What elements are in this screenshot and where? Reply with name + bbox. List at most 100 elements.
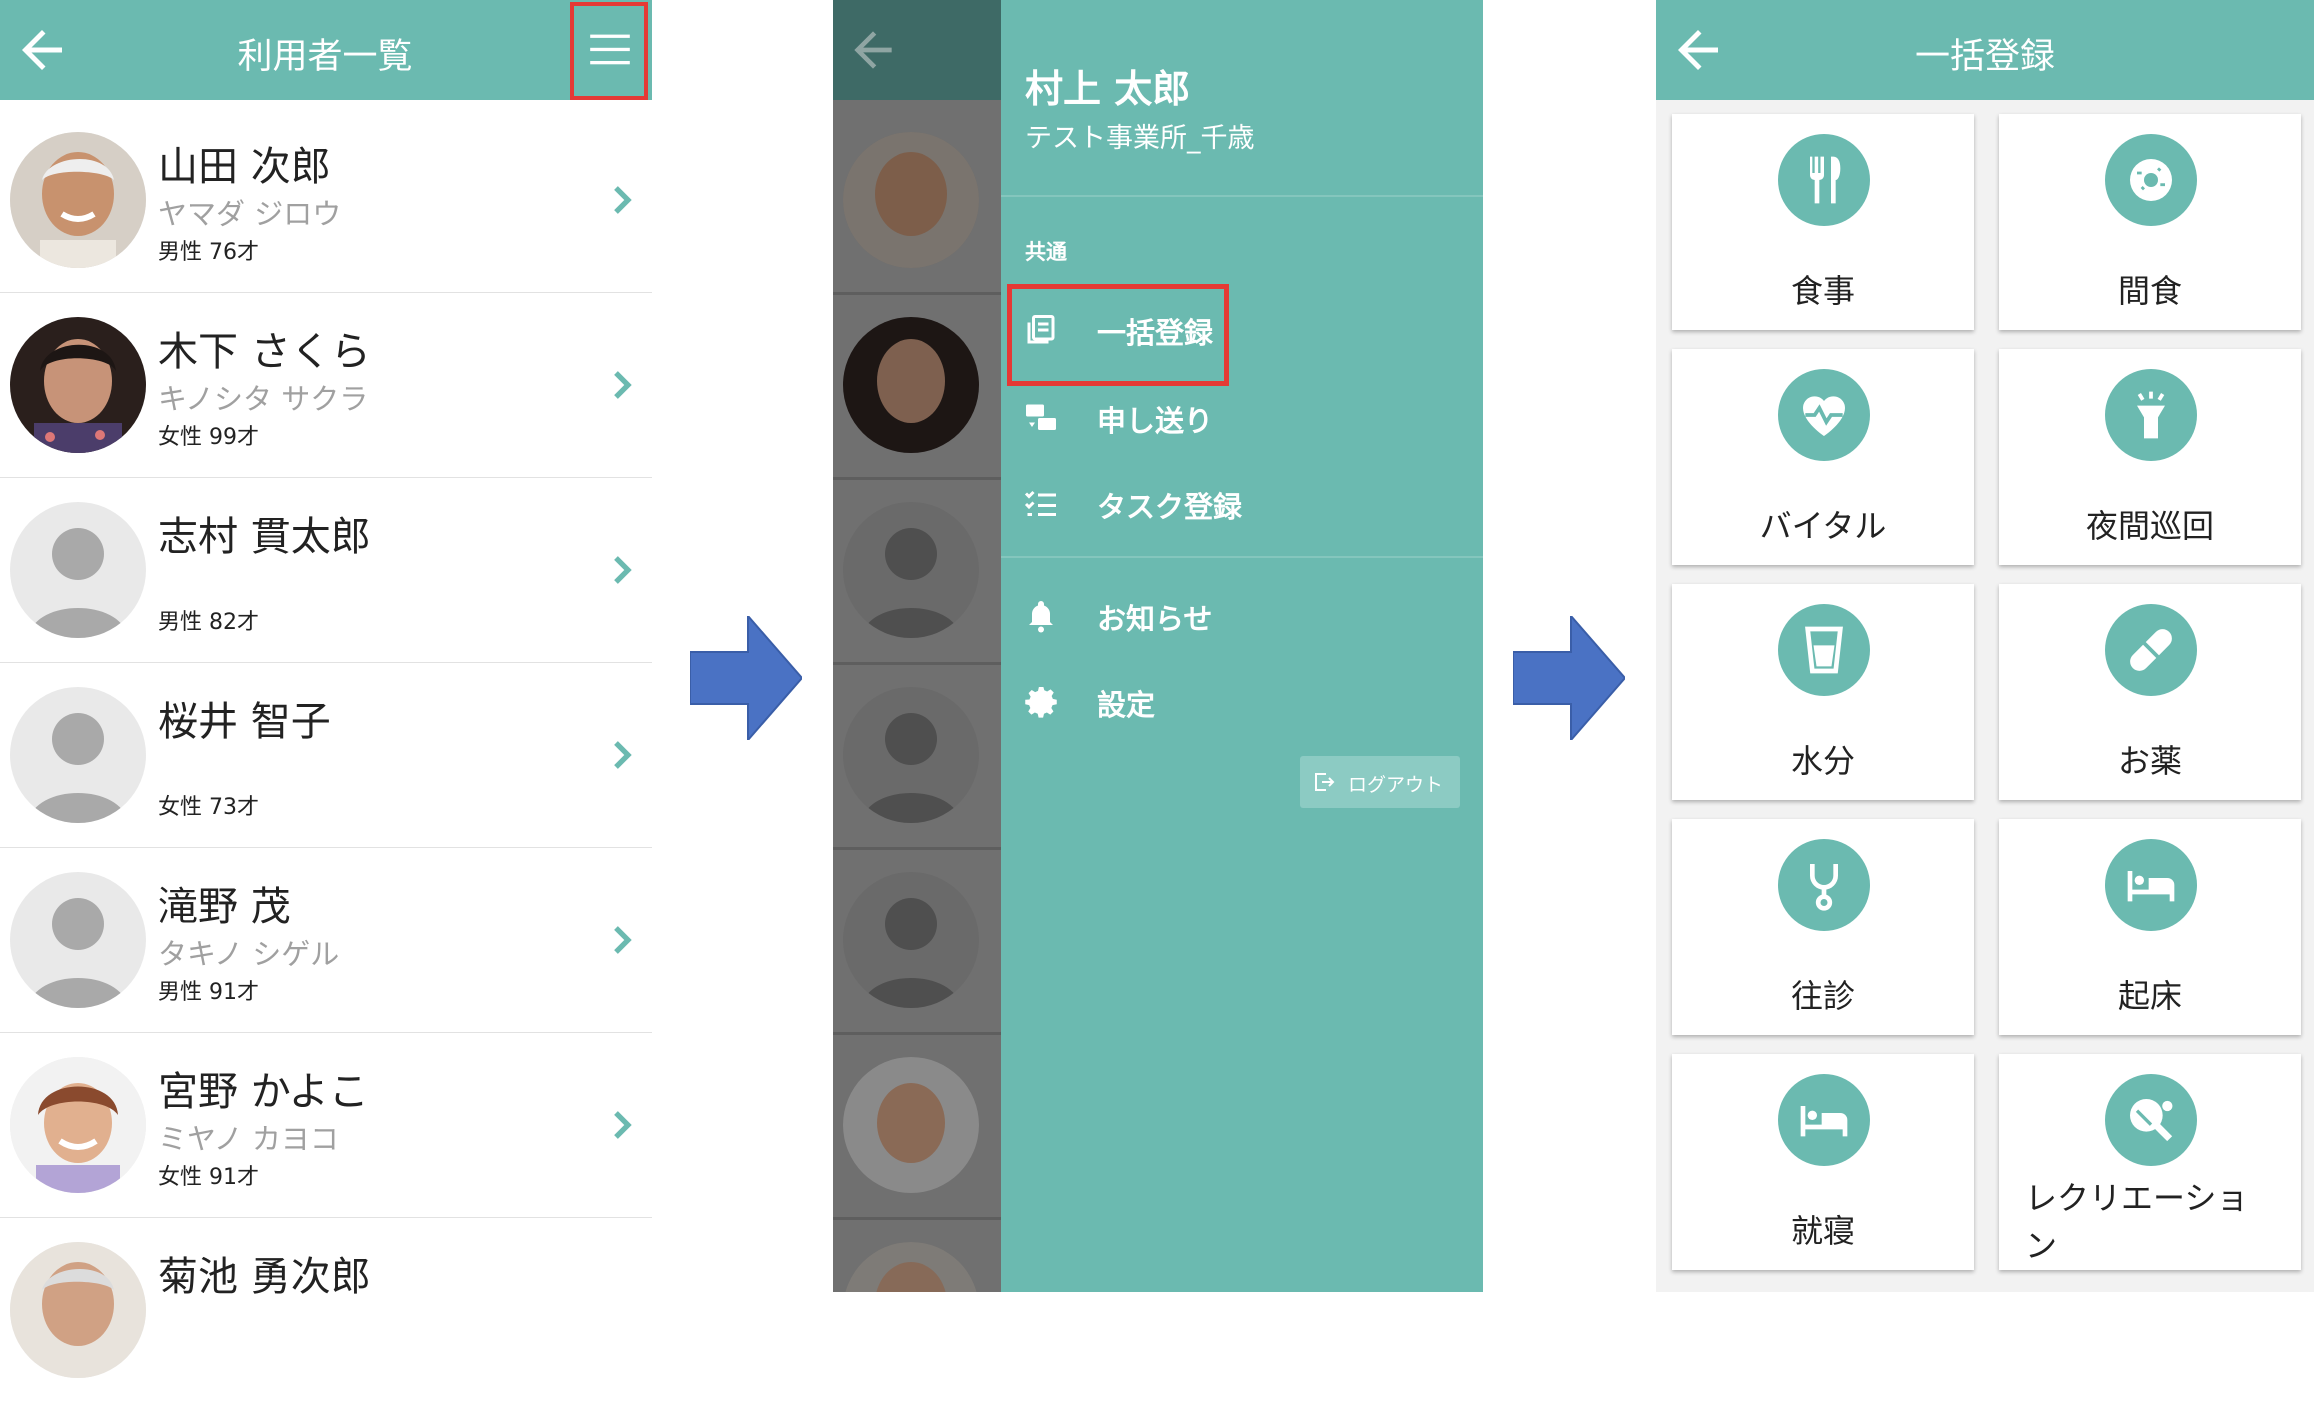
tile-vital[interactable]: バイタル <box>1672 349 1974 565</box>
tile-label: レクリエーション <box>2025 1179 2249 1265</box>
bed-icon <box>1778 1074 1870 1166</box>
drawer-office-name: テスト事業所_千歳 <box>1025 123 1255 154</box>
resident-info: 女性 91才 <box>158 1165 259 1190</box>
menu-icon <box>590 34 630 65</box>
flow-arrow-icon <box>690 616 802 740</box>
hamburger-menu-button[interactable] <box>570 2 648 100</box>
vital-heart-icon <box>1778 369 1870 461</box>
gear-icon <box>1025 687 1057 718</box>
chevron-right-icon <box>614 741 632 769</box>
tile-label: 起床 <box>2117 977 2182 1015</box>
page-title: 利用者一覧 <box>237 37 413 77</box>
tile-label: 間食 <box>2117 272 2182 310</box>
resident-name: 桜井 智子 <box>158 699 331 745</box>
task-list-icon <box>1024 490 1056 516</box>
donut-icon <box>2105 134 2197 226</box>
tile-snack[interactable]: 間食 <box>1999 114 2301 330</box>
flashlight-icon <box>2105 369 2197 461</box>
dimmed-row <box>833 293 1001 480</box>
resident-name: 山田 次郎 <box>158 144 331 190</box>
resident-photo <box>843 132 979 268</box>
resident-name: 木下 さくら <box>158 329 371 375</box>
drawer-item-settings[interactable]: 設定 <box>1001 664 1483 740</box>
app-bar: 利用者一覧 <box>0 0 652 100</box>
tile-label: 就寝 <box>1790 1212 1855 1250</box>
water-cup-icon <box>1778 604 1870 696</box>
resident-kana: キノシタ サクラ <box>158 382 369 416</box>
back-arrow-icon[interactable] <box>1668 20 1728 80</box>
tile-wake-up[interactable]: 起床 <box>1999 819 2301 1035</box>
resident-name: 滝野 茂 <box>158 884 291 930</box>
placeholder-avatar-icon <box>10 502 146 638</box>
logout-icon <box>1315 773 1335 791</box>
placeholder-avatar-icon <box>10 687 146 823</box>
resident-row[interactable]: 菊池 勇次郎 <box>0 1218 652 1402</box>
drawer-item-label: タスク登録 <box>1097 490 1243 524</box>
placeholder-avatar-icon <box>10 872 146 1008</box>
resident-row[interactable]: 桜井 智子 女性 73才 <box>0 663 652 850</box>
chevron-right-icon <box>614 1111 632 1139</box>
tile-label: 夜間巡回 <box>2085 507 2214 545</box>
resident-row[interactable]: 宮野 かよこ ミヤノ カヨコ 女性 91才 <box>0 1033 652 1220</box>
resident-photo <box>10 1242 146 1378</box>
panel-drawer-open: 村上 太郎 テスト事業所_千歳 共通 一括登録 申し送り タスク登録 お知らせ … <box>833 0 1483 1292</box>
resident-photo <box>843 1057 979 1193</box>
resident-row[interactable]: 木下 さくら キノシタ サクラ 女性 99才 <box>0 293 652 480</box>
dimmed-row <box>833 1033 1001 1220</box>
drawer-item-handover[interactable]: 申し送り <box>1001 380 1483 456</box>
tile-bedtime[interactable]: 就寝 <box>1672 1054 1974 1270</box>
dimmed-row <box>833 848 1001 1035</box>
drawer-item-task-register[interactable]: タスク登録 <box>1001 466 1483 542</box>
tile-night-patrol[interactable]: 夜間巡回 <box>1999 349 2301 565</box>
app-bar: 一括登録 <box>1656 0 2314 100</box>
drawer-section-label: 共通 <box>1025 240 1067 264</box>
resident-row[interactable]: 滝野 茂 タキノ シゲル 男性 91才 <box>0 848 652 1035</box>
chevron-right-icon <box>614 556 632 584</box>
back-arrow-icon[interactable] <box>12 20 72 80</box>
divider <box>1001 195 1483 197</box>
resident-photo <box>843 317 979 453</box>
resident-name: 菊池 勇次郎 <box>158 1254 371 1300</box>
bed-icon <box>2105 839 2197 931</box>
tile-water[interactable]: 水分 <box>1672 584 1974 800</box>
dimmed-row <box>833 1218 1001 1292</box>
navigation-drawer: 村上 太郎 テスト事業所_千歳 共通 一括登録 申し送り タスク登録 お知らせ … <box>1001 0 1483 1292</box>
tile-label: お薬 <box>2117 742 2182 780</box>
drawer-item-notice[interactable]: お知らせ <box>1001 578 1483 654</box>
resident-info: 男性 91才 <box>158 980 259 1005</box>
dimmed-row <box>833 663 1001 850</box>
logout-button[interactable]: ログアウト <box>1300 756 1460 808</box>
tile-home-visit[interactable]: 往診 <box>1672 819 1974 1035</box>
resident-kana: タキノ シゲル <box>158 937 340 971</box>
tile-label: 食事 <box>1790 272 1855 310</box>
stethoscope-icon <box>1778 839 1870 931</box>
resident-kana: ミヤノ カヨコ <box>158 1122 339 1156</box>
flow-arrow-icon <box>1513 616 1625 740</box>
highlight-box <box>1007 284 1229 386</box>
panel-resident-list: 利用者一覧 山田 次郎 ヤマダ ジロウ 男性 76才 木下 さくら キノシタ サ… <box>0 0 652 1402</box>
drawer-item-label: お知らせ <box>1097 602 1213 636</box>
resident-photo <box>843 1242 979 1292</box>
tile-meal[interactable]: 食事 <box>1672 114 1974 330</box>
resident-kana: ヤマダ ジロウ <box>158 197 342 231</box>
resident-photo <box>10 317 146 453</box>
dimmed-app-bar <box>833 0 1001 100</box>
tile-recreation[interactable]: レクリエーション <box>1999 1054 2301 1270</box>
tile-label: バイタル <box>1759 507 1887 545</box>
chevron-right-icon <box>614 371 632 399</box>
dimmed-row <box>833 478 1001 665</box>
tile-medicine[interactable]: お薬 <box>1999 584 2301 800</box>
panel-bulk-register: 一括登録 食事 間食 バイタル 夜間巡回 水分 お薬 往診 起床 就寝 レクリエ… <box>1656 0 2314 1292</box>
chevron-right-icon <box>614 186 632 214</box>
resident-row[interactable]: 志村 貫太郎 男性 82才 <box>0 478 652 665</box>
resident-row[interactable]: 山田 次郎 ヤマダ ジロウ 男性 76才 <box>0 108 652 295</box>
placeholder-avatar-icon <box>843 872 979 1008</box>
tile-label: 往診 <box>1790 977 1855 1015</box>
resident-info: 男性 76才 <box>158 240 259 265</box>
drawer-user-name: 村上 太郎 <box>1025 67 1191 111</box>
resident-info: 女性 73才 <box>158 795 259 820</box>
chevron-right-icon <box>614 926 632 954</box>
resident-photo <box>10 1057 146 1193</box>
placeholder-avatar-icon <box>843 502 979 638</box>
resident-name: 志村 貫太郎 <box>158 514 371 560</box>
